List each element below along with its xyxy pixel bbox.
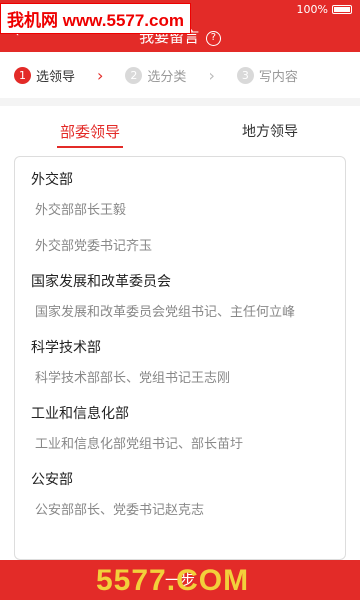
- step-1-number: 1: [14, 66, 31, 84]
- step-1-label: 选领导: [36, 69, 76, 85]
- help-icon[interactable]: ?: [205, 31, 221, 46]
- leader-item[interactable]: 外交部党委书记齐玉: [35, 229, 329, 265]
- status-bar: 100%: [297, 3, 352, 16]
- step-3-label: 写内容: [258, 69, 298, 85]
- tab-ministry-leaders[interactable]: 部委领导: [0, 106, 180, 150]
- step-2-label: 选分类: [147, 69, 187, 85]
- tab-local-leaders[interactable]: 地方领导: [180, 106, 360, 150]
- battery-text: 100%: [296, 3, 328, 16]
- leader-item[interactable]: 国家发展和改革委员会党组书记、主任何立峰: [35, 295, 329, 331]
- department-header: 外交部: [31, 172, 73, 188]
- department-header: 国家发展和改革委员会: [31, 274, 171, 290]
- department-header: 公安部: [31, 472, 73, 488]
- leader-list[interactable]: 外交部 外交部部长王毅 外交部党委书记齐玉 国家发展和改革委员会 国家发展和改革…: [14, 156, 346, 560]
- battery-icon: [332, 5, 352, 14]
- step-indicator: 1 选领导 › 2 选分类 › 3 写内容: [0, 52, 360, 98]
- step-1: 1 选领导: [14, 66, 75, 85]
- leader-item[interactable]: 科学技术部部长、党组书记王志刚: [35, 361, 329, 397]
- watermark: 我机网 www.5577.com: [0, 3, 191, 34]
- leader-item[interactable]: 工业和信息化部党组书记、部长苗圩: [35, 427, 329, 463]
- tab-bar: 部委领导 地方领导: [0, 106, 360, 150]
- leader-list-area: 外交部 外交部部长王毅 外交部党委书记齐玉 国家发展和改革委员会 国家发展和改革…: [0, 150, 360, 560]
- watermark-logo: 5577.COM: [96, 564, 250, 597]
- chevron-right-icon: ›: [208, 65, 215, 85]
- step-3-number: 3: [236, 66, 254, 84]
- step-3: 3 写内容: [236, 66, 298, 85]
- leader-item[interactable]: 公安部部长、党委书记赵克志: [35, 493, 329, 529]
- chevron-right-icon: ›: [97, 65, 104, 85]
- department-header: 工业和信息化部: [31, 406, 129, 422]
- leader-item[interactable]: 外交部部长王毅: [35, 193, 329, 229]
- step-2: 2 选分类: [125, 66, 186, 85]
- department-header: 科学技术部: [31, 340, 101, 356]
- step-2-number: 2: [125, 66, 143, 84]
